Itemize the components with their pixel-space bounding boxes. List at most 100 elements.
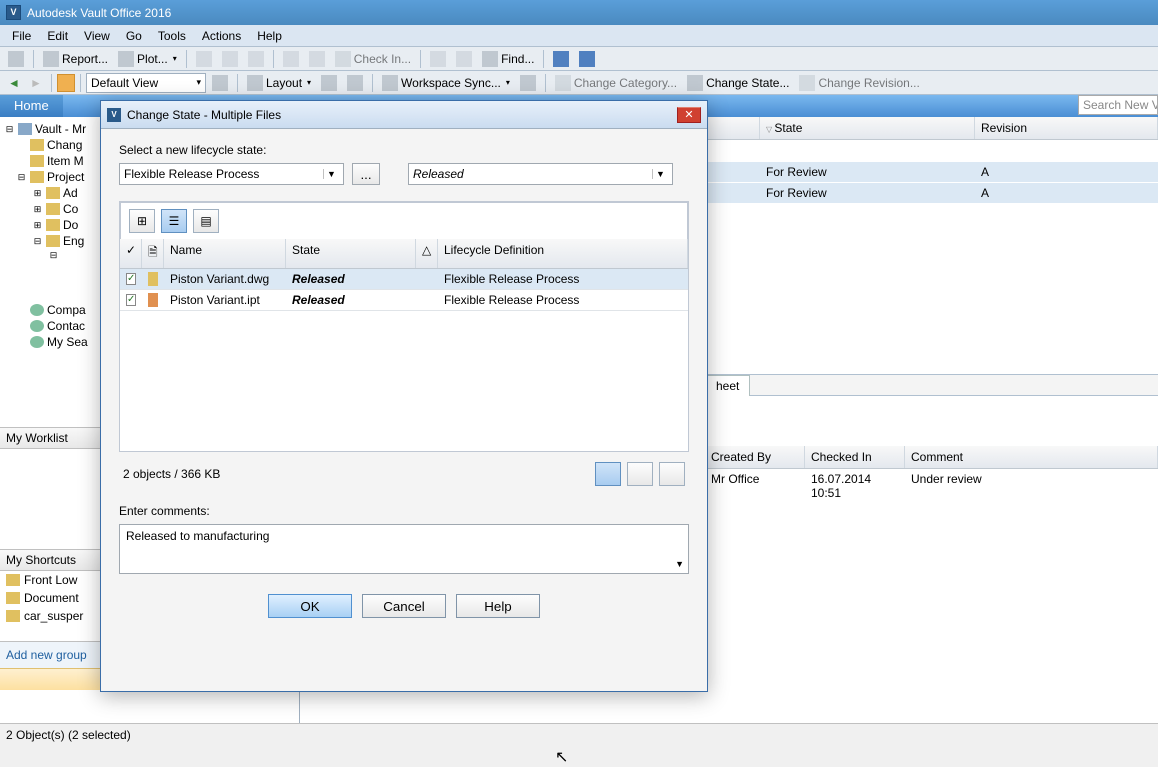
checkin-button[interactable]: Check In... xyxy=(331,49,415,69)
col-file-icon[interactable]: 🗎 xyxy=(142,239,164,268)
col-state[interactable]: State xyxy=(286,239,416,268)
file-row[interactable]: ✓ Piston Variant.dwg Released Flexible R… xyxy=(120,269,688,290)
detail-tab[interactable]: heet xyxy=(705,375,750,396)
menu-tools[interactable]: Tools xyxy=(150,26,194,46)
view-selector[interactable]: Default View xyxy=(86,73,206,93)
change-category-button[interactable]: Change Category... xyxy=(551,73,681,93)
menu-edit[interactable]: Edit xyxy=(39,26,76,46)
comments-dropdown-icon[interactable]: ▼ xyxy=(675,559,684,569)
tree-item-5[interactable]: Do xyxy=(63,218,78,232)
forward-button[interactable]: ► xyxy=(26,74,46,92)
object-summary: 2 objects / 366 KB xyxy=(123,467,220,481)
menu-help[interactable]: Help xyxy=(249,26,290,46)
tree-item-6[interactable]: Eng xyxy=(63,234,84,248)
menu-file[interactable]: File xyxy=(4,26,39,46)
cancel-button[interactable]: Cancel xyxy=(362,594,446,618)
dialog-logo-icon: V xyxy=(107,108,121,122)
col-comment[interactable]: Comment xyxy=(905,446,1158,468)
tree-item-2[interactable]: Project xyxy=(47,170,84,184)
view-detail-button[interactable]: ▤ xyxy=(193,209,219,233)
col-warn[interactable]: △ xyxy=(416,239,438,268)
find-button[interactable]: Find... xyxy=(478,49,538,69)
new-icon xyxy=(8,51,24,67)
tool-e[interactable] xyxy=(305,49,329,69)
icon-b xyxy=(222,51,238,67)
view-icon-a xyxy=(212,75,228,91)
lifecycle-browse-button[interactable]: ... xyxy=(352,163,380,185)
col-state[interactable]: State xyxy=(760,117,975,139)
col-revision[interactable]: Revision xyxy=(975,117,1158,139)
settings-button[interactable] xyxy=(659,462,685,486)
tree-item-1[interactable]: Item M xyxy=(47,154,84,168)
tool-b[interactable] xyxy=(218,49,242,69)
ws-tool[interactable] xyxy=(516,73,540,93)
menu-bar: File Edit View Go Tools Actions Help xyxy=(0,25,1158,47)
tree-root[interactable]: Vault - Mr xyxy=(35,122,86,136)
icon-c xyxy=(248,51,264,67)
view-tool-a[interactable] xyxy=(208,73,232,93)
files-grid: ⊞ ☰ ▤ ✓ 🗎 Name State △ Lifecycle Definit… xyxy=(119,201,689,452)
menu-go[interactable]: Go xyxy=(118,26,150,46)
col-name[interactable]: Name xyxy=(164,239,286,268)
dialog-title-bar[interactable]: V Change State - Multiple Files ✕ xyxy=(101,101,707,129)
tree-item-3[interactable]: Ad xyxy=(63,186,78,200)
expand-all-button[interactable] xyxy=(595,462,621,486)
layout-button[interactable]: Layout xyxy=(243,73,315,93)
tool-f[interactable] xyxy=(426,49,450,69)
menu-view[interactable]: View xyxy=(76,26,118,46)
close-button[interactable]: ✕ xyxy=(677,107,701,123)
col-checkedin[interactable]: Checked In xyxy=(805,446,905,468)
title-bar: V Autodesk Vault Office 2016 xyxy=(0,0,1158,25)
tree-item-4[interactable]: Co xyxy=(63,202,78,216)
view-tree-button[interactable]: ⊞ xyxy=(129,209,155,233)
help-button[interactable]: Help xyxy=(456,594,540,618)
file-row[interactable]: ✓ Piston Variant.ipt Released Flexible R… xyxy=(120,290,688,311)
app-logo-icon: V xyxy=(6,5,21,20)
tool-c[interactable] xyxy=(244,49,268,69)
row-checkbox[interactable]: ✓ xyxy=(126,294,136,306)
tool-x[interactable] xyxy=(549,49,573,69)
comments-input[interactable]: Released to manufacturing ▼ xyxy=(119,524,689,574)
toolbar-1: Report... Plot... Check In... Find... xyxy=(0,47,1158,71)
col-check[interactable]: ✓ xyxy=(120,239,142,268)
x-icon xyxy=(553,51,569,67)
state-combo[interactable]: Released▼ xyxy=(408,163,673,185)
col-definition[interactable]: Lifecycle Definition xyxy=(438,239,688,268)
tree-item-0[interactable]: Chang xyxy=(47,138,82,152)
shortcut-icon xyxy=(6,574,20,586)
layout-b[interactable] xyxy=(343,73,367,93)
new-button[interactable] xyxy=(4,49,28,69)
lifecycle-combo[interactable]: Flexible Release Process▼ xyxy=(119,163,344,185)
workspace-sync-button[interactable]: Workspace Sync... xyxy=(378,73,514,93)
col-createdby[interactable]: Created By xyxy=(705,446,805,468)
home-tab[interactable]: Home xyxy=(0,95,63,117)
change-revision-button[interactable]: Change Revision... xyxy=(795,73,923,93)
plot-icon xyxy=(118,51,134,67)
shortcut-icon xyxy=(6,592,20,604)
ws-icon xyxy=(520,75,536,91)
row-checkbox[interactable]: ✓ xyxy=(126,273,136,285)
back-button[interactable]: ◄ xyxy=(4,74,24,92)
tool-g[interactable] xyxy=(452,49,476,69)
tool-d[interactable] xyxy=(279,49,303,69)
category-icon xyxy=(555,75,571,91)
search-folder-icon xyxy=(30,320,44,332)
icon-f xyxy=(430,51,446,67)
tool-a[interactable] xyxy=(192,49,216,69)
menu-actions[interactable]: Actions xyxy=(194,26,249,46)
view-list-button[interactable]: ☰ xyxy=(161,209,187,233)
search-input[interactable]: Search New Va xyxy=(1078,95,1158,115)
change-state-button[interactable]: Change State... xyxy=(683,73,793,93)
list-icon: ☰ xyxy=(169,214,180,228)
collapse-all-button[interactable] xyxy=(627,462,653,486)
layout-a[interactable] xyxy=(317,73,341,93)
checkin-icon xyxy=(335,51,351,67)
nav-button[interactable] xyxy=(57,74,75,92)
tree-search-2[interactable]: My Sea xyxy=(47,335,88,349)
tree-search-0[interactable]: Compa xyxy=(47,303,86,317)
tool-y[interactable] xyxy=(575,49,599,69)
tree-search-1[interactable]: Contac xyxy=(47,319,85,333)
ok-button[interactable]: OK xyxy=(268,594,352,618)
plot-button[interactable]: Plot... xyxy=(114,49,181,69)
report-button[interactable]: Report... xyxy=(39,49,112,69)
